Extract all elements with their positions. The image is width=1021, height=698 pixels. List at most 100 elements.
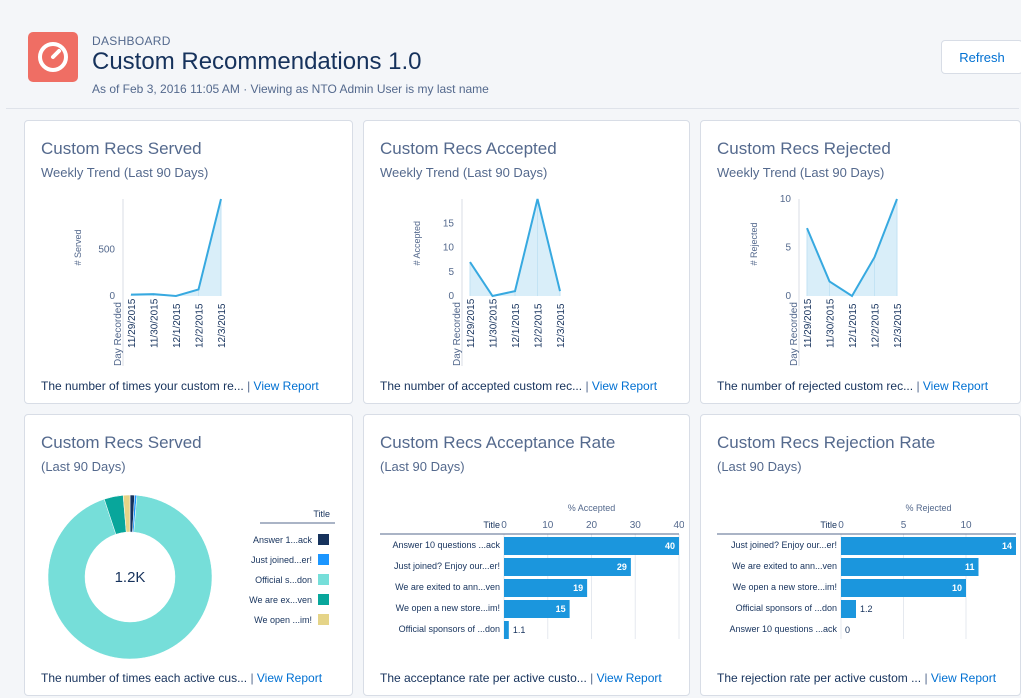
x-tick-label: 0 [501,520,507,531]
x-tick-label: 11/30/2015 [826,298,837,348]
x-tick-label: 11/29/2015 [466,298,477,348]
rejected-trend-chart: # Rejected 0 5 10 Day Recorded 11/29/2015 11/3… [749,194,904,366]
x-tick-label: 11/30/2015 [150,298,161,348]
x-tick-label: 12/1/2015 [511,303,522,348]
bar [841,558,979,576]
y-tick-label: 5 [448,267,454,278]
bar-value-label: 11 [965,562,975,572]
x-tick-label: 0 [838,520,844,531]
view-report-link[interactable]: View Report [931,671,996,685]
card-subtitle: Weekly Trend (Last 90 Days) [717,165,885,180]
bar [504,537,679,555]
card-title: Custom Recs Rejected [717,139,891,158]
series-area [807,199,897,296]
category-axis-title: Title [820,520,837,530]
x-tick-label: 11/29/2015 [127,298,138,348]
x-tick-label: 11/29/2015 [803,298,814,348]
y-tick-label: 0 [785,291,791,302]
card-footer: The acceptance rate per active custo... … [380,671,662,685]
category-axis-title: Title [483,520,500,530]
category-label: Just joined? Enjoy our...er! [394,561,500,571]
card-acceptance-rate: Custom Recs Acceptance Rate (Last 90 Day… [363,414,690,696]
bar [841,537,1016,555]
legend-swatch [318,534,329,545]
category-label: Official sponsors of ...don [399,624,500,634]
category-label: Just joined? Enjoy our...er! [731,540,837,550]
served-trend-chart: # Served 0 500 Day Recorded 11/29/2015 11/30/… [73,198,228,366]
bar [841,579,966,597]
header-divider [6,108,1019,109]
x-tick-label: 40 [673,520,684,531]
category-label: Answer 10 questions ...ack [729,624,837,634]
y-tick-label: 500 [98,244,115,255]
card-footer: The number of times each active cus... |… [41,671,322,685]
x-axis-title: % Rejected [905,503,951,513]
card-accepted-trend: Custom Recs Accepted Weekly Trend (Last … [363,120,690,404]
y-axis-title: # Accepted [412,221,422,266]
donut-center-label: 1.2K [115,569,146,586]
card-description: The rejection rate per active custom ... [717,671,922,685]
card-subtitle: (Last 90 Days) [717,459,802,474]
y-tick-label: 0 [109,291,115,302]
card-description: The acceptance rate per active custo... [380,671,587,685]
view-report-link[interactable]: View Report [257,671,322,685]
card-subtitle: Weekly Trend (Last 90 Days) [380,165,548,180]
x-tick-label: 12/2/2015 [534,303,545,348]
x-tick-label: 12/1/2015 [848,303,859,348]
bar-value-label: 1.2 [860,604,873,614]
category-label: We open a new store...im! [396,603,500,613]
card-title: Custom Recs Served [41,433,202,452]
refresh-button[interactable]: Refresh [941,40,1021,74]
card-footer: The number of times your custom re... | … [41,379,319,393]
x-tick-label: 12/3/2015 [217,303,228,348]
card-subtitle: (Last 90 Days) [380,459,465,474]
legend-label: We open ...im! [254,615,312,625]
view-report-link[interactable]: View Report [923,379,988,393]
x-tick-label: 11/30/2015 [489,298,500,348]
card-subtitle: (Last 90 Days) [41,459,126,474]
card-rejection-rate: Custom Recs Rejection Rate (Last 90 Days… [700,414,1021,696]
dashboard-header: DASHBOARD Custom Recommendations 1.0 As … [6,8,1021,106]
y-tick-label: 15 [443,218,455,229]
x-tick-label: 30 [630,520,642,531]
y-tick-label: 0 [448,291,454,302]
bar-value-label: 29 [617,562,627,572]
page-subtitle: As of Feb 3, 2016 11:05 AM · Viewing as … [92,82,489,96]
view-report-link[interactable]: View Report [254,379,319,393]
card-served-trend: Custom Recs Served Weekly Trend (Last 90… [24,120,353,404]
card-description: The number of times your custom re... [41,379,244,393]
view-report-link[interactable]: View Report [597,671,662,685]
legend-swatch [318,554,329,565]
legend-swatch [318,574,329,585]
card-served-by-title: Custom Recs Served (Last 90 Days) 1.2K Ti… [24,414,353,696]
x-axis-title: Day Recorded [789,302,800,366]
y-tick-label: 10 [443,243,455,254]
view-report-link[interactable]: View Report [592,379,657,393]
legend-swatch [318,614,329,625]
dashboard-gauge-icon [28,32,78,82]
category-label: We open a new store...im! [733,582,837,592]
bar [504,621,509,639]
x-tick-label: 12/1/2015 [172,303,183,348]
x-axis-title: % Accepted [568,503,616,513]
bar [504,558,631,576]
accepted-trend-chart: # Accepted 0 5 10 15 Day Recorded 11/29/2015 11… [412,198,567,366]
card-description: The number of accepted custom rec... [380,379,583,393]
served-donut-chart: 1.2K Title Answer 1...ack Just joined...er!… [47,494,335,660]
legend-label: Official s...don [255,575,312,585]
bar-value-label: 10 [952,583,962,593]
card-title: Custom Recs Acceptance Rate [380,433,616,452]
card-rejected-trend: Custom Recs Rejected Weekly Trend (Last … [700,120,1021,404]
card-description: The number of times each active cus... [41,671,248,685]
x-axis-title: Day Recorded [452,302,463,366]
category-label: Answer 10 questions ...ack [392,540,500,550]
card-subtitle: Weekly Trend (Last 90 Days) [41,165,209,180]
x-tick-label: 5 [901,520,907,531]
bar-value-label: 1.1 [513,625,526,635]
card-footer: The rejection rate per active custom ...… [717,671,996,685]
page-title: Custom Recommendations 1.0 [92,48,422,75]
x-tick-label: 12/2/2015 [195,303,206,348]
bar-value-label: 15 [556,604,566,614]
y-axis-title: # Rejected [749,222,759,265]
bar-value-label: 14 [1002,541,1012,551]
